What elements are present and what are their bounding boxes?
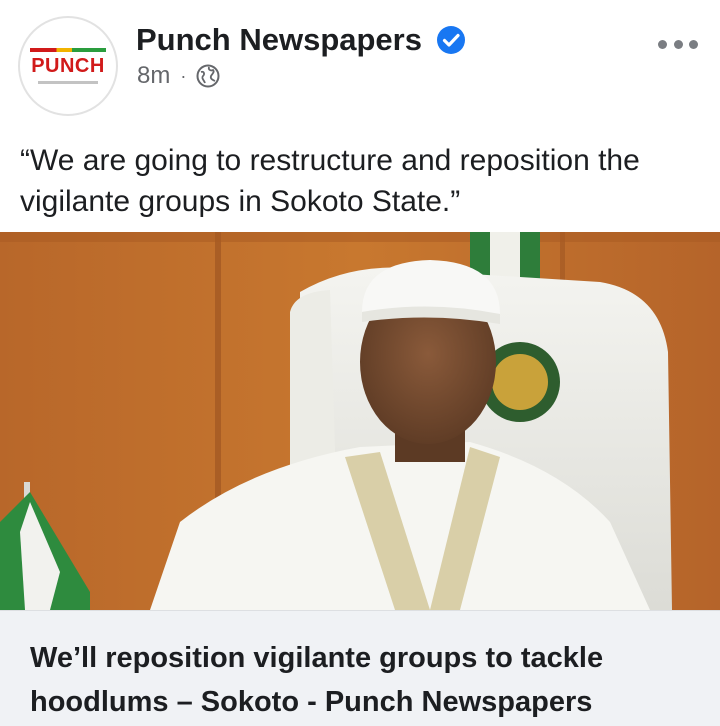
post-header: PUNCH Punch Newspapers 8m ·: [0, 0, 720, 120]
more-dot: [658, 39, 667, 49]
globe-icon[interactable]: [196, 64, 220, 88]
logo-stripe: [30, 48, 106, 52]
more-dot: [673, 39, 683, 49]
facebook-post: PUNCH Punch Newspapers 8m · “We are goin…: [0, 0, 720, 726]
page-name-row: Punch Newspapers: [136, 22, 466, 58]
photo-illustration: [0, 232, 720, 610]
post-text: “We are going to restructure and reposit…: [20, 144, 640, 218]
page-avatar[interactable]: PUNCH: [18, 16, 118, 116]
logo-underline: [38, 81, 98, 84]
post-meta: 8m ·: [137, 62, 220, 90]
more-options-icon[interactable]: [658, 34, 698, 54]
post-photo[interactable]: [0, 232, 720, 610]
link-preview-card[interactable]: We’ll reposition vigilante groups to tac…: [0, 610, 720, 726]
meta-separator: ·: [180, 65, 187, 86]
link-preview-title: We’ll reposition vigilante groups to tac…: [30, 642, 604, 718]
page-name-link[interactable]: Punch Newspapers: [136, 22, 422, 58]
verified-badge-icon: [436, 26, 465, 54]
post-timestamp[interactable]: 8m: [137, 62, 170, 90]
avatar-logo-text: PUNCH: [31, 55, 105, 77]
more-dot: [689, 39, 698, 49]
